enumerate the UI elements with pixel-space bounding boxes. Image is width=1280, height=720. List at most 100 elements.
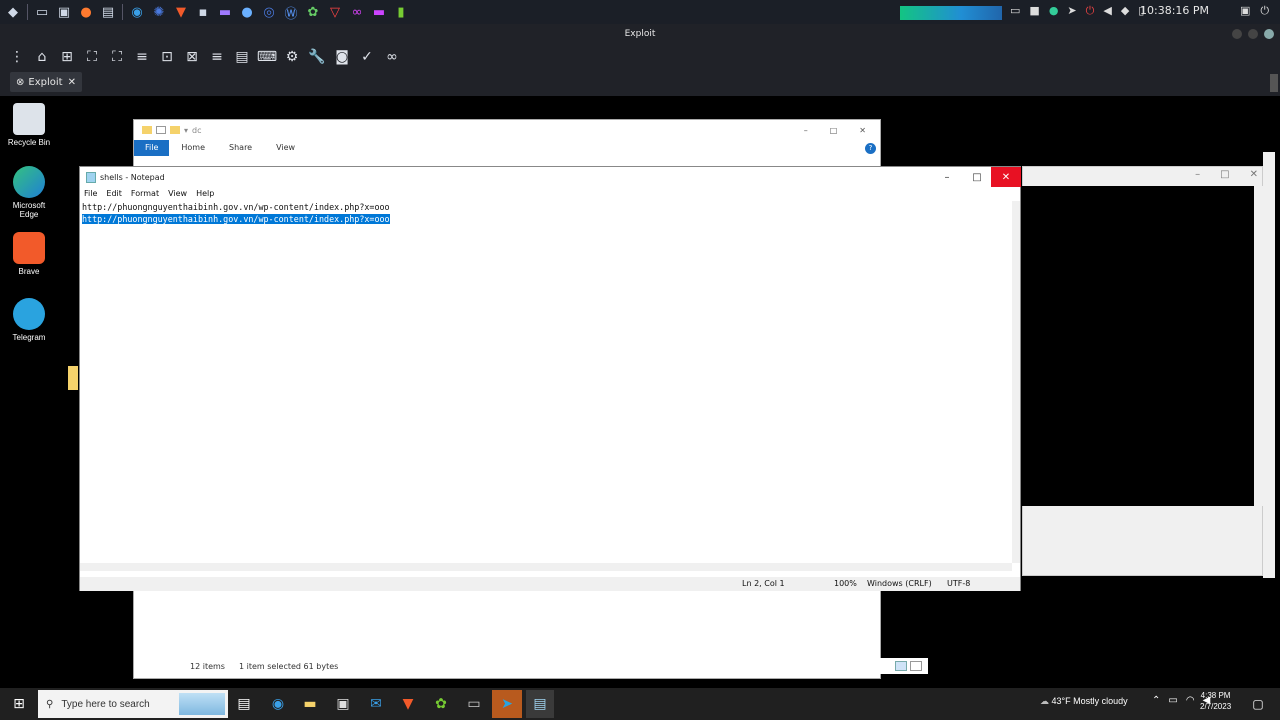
maximize-button[interactable] — [1248, 29, 1258, 39]
fit-screen-icon[interactable]: ⛶ — [81, 46, 103, 68]
minimize-button[interactable] — [1232, 29, 1242, 39]
desktop-icon-telegram[interactable]: Telegram — [4, 298, 54, 342]
desktop-icon-edge[interactable]: Microsoft Edge — [4, 166, 54, 219]
maximize-button[interactable]: □ — [962, 167, 992, 187]
terminal-taskbar-icon[interactable]: ▭ — [462, 692, 486, 716]
notification-icon[interactable]: ▢ — [1246, 692, 1270, 716]
network-icon[interactable]: ▭ — [1168, 695, 1177, 706]
close-button[interactable]: ✕ — [1250, 169, 1258, 180]
edge-icon[interactable]: ◉ — [126, 1, 148, 23]
telegram-taskbar-icon[interactable]: ➤ — [492, 690, 522, 718]
vertical-scrollbar[interactable] — [1012, 201, 1020, 563]
app-taskbar-icon[interactable]: ✿ — [429, 692, 453, 716]
maximize-button[interactable]: □ — [830, 126, 838, 135]
menu-view[interactable]: View — [168, 189, 187, 198]
app-icon[interactable]: Ⓦ — [280, 1, 302, 23]
workspace-icon[interactable]: ▭ — [31, 1, 53, 23]
camera-icon[interactable]: ■ — [1029, 4, 1039, 18]
list-icon[interactable]: ≡ — [131, 46, 153, 68]
folder-icon[interactable] — [68, 366, 78, 390]
details-view-icon[interactable] — [895, 661, 907, 671]
app-icon[interactable]: ▽ — [324, 1, 346, 23]
list-icon[interactable]: ≡ — [206, 46, 228, 68]
file-explorer-taskbar-icon[interactable]: ▬ — [298, 692, 322, 716]
check-icon[interactable]: ✓ — [356, 46, 378, 68]
fullscreen-icon[interactable]: ⛶ — [106, 46, 128, 68]
app-icon[interactable]: ▬ — [368, 1, 390, 23]
menu-help[interactable]: Help — [196, 189, 214, 198]
power-menu-icon[interactable]: ⏻ — [1260, 4, 1269, 18]
files-icon[interactable]: ▣ — [53, 1, 75, 23]
display-icon[interactable]: ▭ — [1010, 4, 1020, 18]
brave-taskbar-icon[interactable]: ▼ — [396, 692, 420, 716]
app-icon[interactable]: ▮ — [390, 1, 412, 23]
app-icon[interactable]: ● — [1049, 4, 1059, 18]
app-icon[interactable]: ◎ — [258, 1, 280, 23]
tab-exploit[interactable]: ⊗ Exploit ✕ — [10, 72, 82, 92]
wifi-icon[interactable]: ◠ — [1186, 695, 1195, 706]
horizontal-scrollbar[interactable] — [80, 563, 1012, 571]
edge-taskbar-icon[interactable]: ◉ — [266, 692, 290, 716]
minimize-button[interactable]: – — [804, 126, 808, 135]
app-icon[interactable]: ▪ — [192, 1, 214, 23]
telegram-icon[interactable]: ➤ — [1067, 4, 1076, 18]
volume-icon[interactable]: ◀ — [1103, 4, 1111, 18]
ribbon-tab-home[interactable]: Home — [169, 140, 217, 156]
close-button[interactable]: ✕ — [859, 126, 866, 135]
minimize-button[interactable]: – — [932, 167, 962, 187]
help-icon[interactable]: ? — [865, 142, 876, 154]
console-scrollbar[interactable] — [1254, 186, 1263, 506]
home-icon[interactable]: ⌂ — [31, 46, 53, 68]
maximize-button[interactable]: □ — [1220, 169, 1229, 180]
bell-icon[interactable]: ◆ — [1121, 4, 1129, 18]
window-icon[interactable]: ▤ — [231, 46, 253, 68]
properties-icon[interactable] — [156, 126, 166, 134]
panel-clock[interactable]: 10:38:16 PM — [1140, 4, 1209, 17]
store-taskbar-icon[interactable]: ▣ — [331, 692, 355, 716]
notepad-taskbar-icon[interactable]: ▤ — [526, 690, 554, 718]
app-icon[interactable]: ● — [236, 1, 258, 23]
menu-format[interactable]: Format — [131, 189, 159, 198]
large-icons-view-icon[interactable] — [910, 661, 922, 671]
desktop-icon-recycle-bin[interactable]: Recycle Bin — [4, 103, 54, 147]
notepad-window[interactable]: shells - Notepad – □ ✕ File Edit Format … — [79, 166, 1021, 591]
close-button[interactable] — [1264, 29, 1274, 39]
firefox-icon[interactable]: ● — [75, 1, 97, 23]
app-icon[interactable]: ∞ — [346, 1, 368, 23]
console-area[interactable] — [1022, 186, 1254, 506]
camera-icon[interactable]: ◙ — [331, 46, 353, 68]
lock-icon[interactable]: ▣ — [1240, 4, 1250, 18]
select-icon[interactable]: ⊡ — [156, 46, 178, 68]
ribbon-tab-file[interactable]: File — [134, 140, 170, 156]
ribbon-tab-share[interactable]: Share — [217, 140, 264, 156]
ribbon-tab-view[interactable]: View — [264, 140, 307, 156]
chevron-up-icon[interactable]: ⌃ — [1152, 695, 1160, 706]
start-button-icon[interactable]: ⊞ — [7, 692, 31, 716]
link-icon[interactable]: ∞ — [381, 46, 403, 68]
wrench-icon[interactable]: 🔧 — [306, 46, 328, 68]
new-window-icon[interactable]: ⊞ — [56, 46, 78, 68]
app-icon[interactable]: ▬ — [214, 1, 236, 23]
task-view-icon[interactable]: ▤ — [232, 692, 256, 716]
desktop-icon-brave[interactable]: Brave — [4, 232, 54, 276]
chevron-down-icon[interactable]: ▾ — [184, 126, 188, 135]
app-icon[interactable]: ✿ — [302, 1, 324, 23]
app-icon[interactable]: ✺ — [148, 1, 170, 23]
new-folder-icon[interactable] — [170, 126, 180, 134]
tab-close-button[interactable]: ✕ — [68, 77, 76, 88]
taskbar-search[interactable]: ⚲ Type here to search — [38, 690, 228, 718]
kali-menu-icon[interactable]: ◆ — [2, 1, 24, 23]
scale-icon[interactable]: ⊠ — [181, 46, 203, 68]
menu-edit[interactable]: Edit — [106, 189, 122, 198]
text-area[interactable]: http://phuongnguyenthaibinh.gov.vn/wp-co… — [82, 201, 390, 225]
brave-icon[interactable]: ▼ — [170, 1, 192, 23]
menu-file[interactable]: File — [84, 189, 97, 198]
mail-taskbar-icon[interactable]: ✉ — [364, 692, 388, 716]
keyboard-icon[interactable]: ⌨ — [256, 46, 278, 68]
tab-scroll[interactable] — [1270, 74, 1278, 92]
power-icon[interactable]: ⏻ — [1086, 4, 1095, 18]
settings-icon[interactable]: ⚙ — [281, 46, 303, 68]
taskbar-clock[interactable]: 4:38 PM 2/7/2023 — [1200, 690, 1231, 712]
weather-widget[interactable]: ☁ 43°F Mostly cloudy — [1040, 696, 1128, 707]
close-button[interactable]: ✕ — [991, 167, 1021, 187]
